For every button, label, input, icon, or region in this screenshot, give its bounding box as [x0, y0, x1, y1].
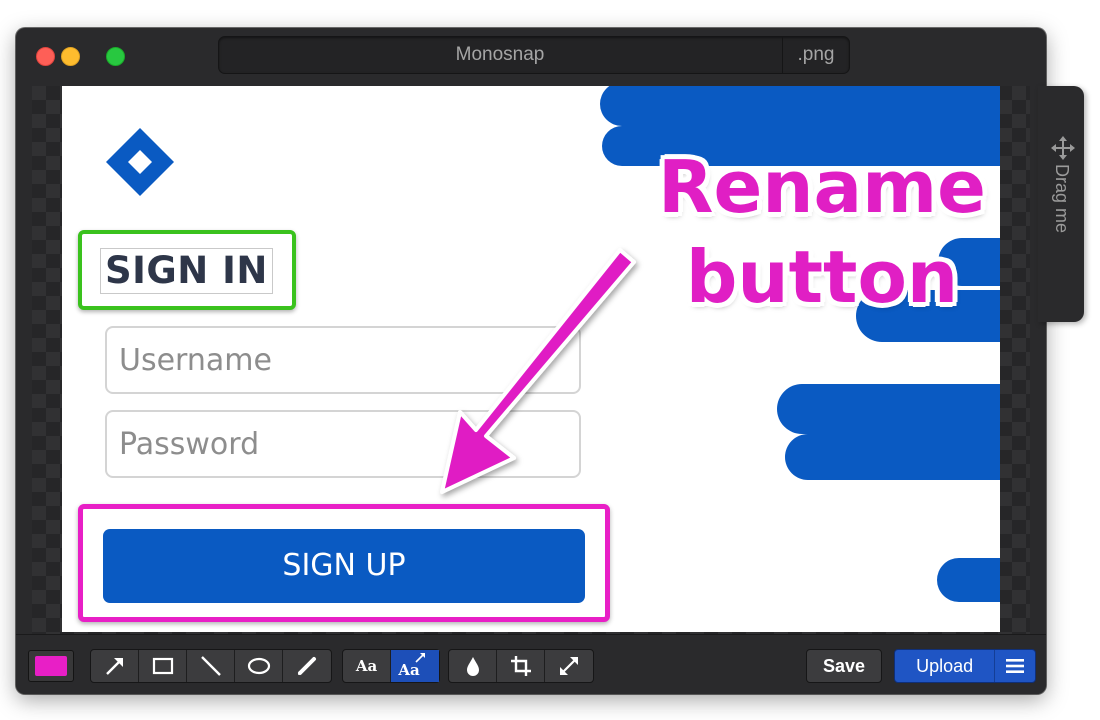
arrow-icon — [105, 658, 123, 675]
text-tool-button[interactable]: Aa — [343, 650, 391, 682]
hamburger-icon — [1006, 659, 1025, 673]
annotation-line-2: button — [685, 235, 959, 319]
ellipse-icon — [247, 657, 270, 675]
close-window-button[interactable] — [36, 47, 55, 66]
minimize-window-button[interactable] — [61, 47, 80, 66]
drag-handle[interactable]: Drag me — [1038, 86, 1084, 322]
drawing-tools-group — [90, 649, 332, 683]
bottom-toolbar: Aa Aa Save Upload — [16, 634, 1046, 694]
screenshot-image: SIGN IN SIGN UP Rename button — [62, 86, 1000, 632]
save-button[interactable]: Save — [806, 649, 882, 683]
line-icon — [200, 656, 221, 676]
current-color-swatch — [35, 656, 67, 676]
zoom-window-button[interactable] — [106, 47, 125, 66]
image-tools-group — [448, 649, 594, 683]
upload-button-group: Upload — [894, 649, 1036, 683]
text-arrow-tool-button[interactable]: Aa — [391, 650, 439, 682]
text-tool-label: Aa — [355, 657, 378, 675]
blur-tool-button[interactable] — [449, 650, 497, 682]
filename-text[interactable]: Monosnap — [219, 37, 781, 73]
blur-drop-icon — [466, 657, 479, 676]
arrow-tool-button[interactable] — [91, 650, 139, 682]
text-tools-group: Aa Aa — [342, 649, 440, 683]
ellipse-tool-button[interactable] — [235, 650, 283, 682]
filename-field[interactable]: Monosnap .png — [218, 36, 850, 74]
drag-label: Drag me — [1052, 164, 1072, 234]
crop-tool-button[interactable] — [497, 650, 545, 682]
file-extension[interactable]: .png — [782, 37, 849, 73]
rectangle-icon — [152, 657, 173, 675]
color-picker-button[interactable] — [28, 650, 74, 682]
upload-menu-button[interactable] — [995, 650, 1035, 682]
resize-icon — [560, 657, 578, 675]
pencil-tool-button[interactable] — [283, 650, 331, 682]
rectangle-tool-button[interactable] — [139, 650, 187, 682]
annotation-line-1: Rename — [658, 145, 986, 229]
resize-tool-button[interactable] — [545, 650, 593, 682]
line-tool-button[interactable] — [187, 650, 235, 682]
upload-button[interactable]: Upload — [895, 650, 996, 682]
annotation-text: Rename button — [632, 142, 1000, 322]
crop-icon — [510, 656, 531, 676]
move-arrows-icon — [1051, 136, 1075, 160]
small-arrow-icon — [415, 653, 425, 663]
pencil-icon — [298, 657, 316, 675]
